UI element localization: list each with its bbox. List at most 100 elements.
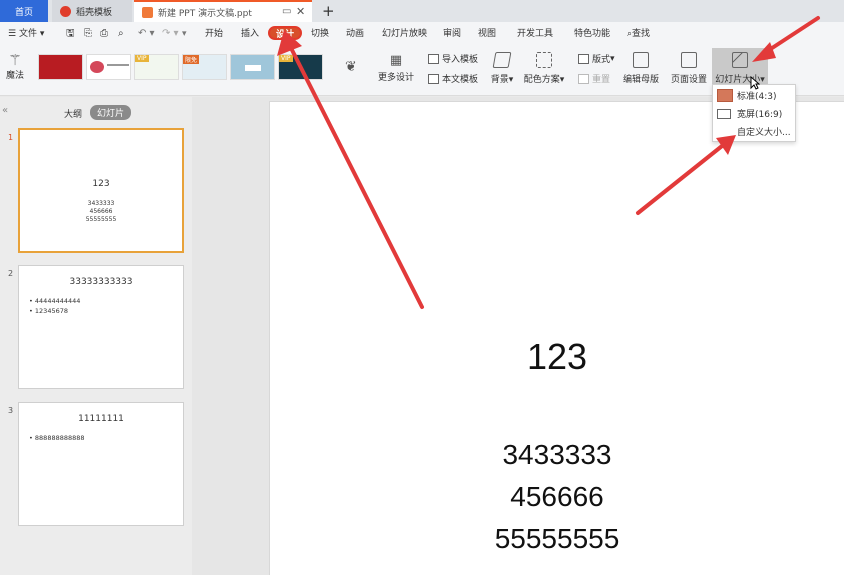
color-scheme-button[interactable]: 配色方案▾ — [522, 52, 566, 85]
reset-button[interactable]: 重置 — [578, 72, 610, 85]
more-design-button[interactable]: ▦ 更多设计 — [378, 53, 415, 84]
canvas-line: 3433333 — [502, 439, 612, 470]
slide-line: 456666 — [89, 208, 113, 215]
slide-canvas[interactable]: 123 3433333 456666 55555555 — [269, 101, 844, 575]
slide-size-icon — [732, 52, 748, 68]
slide-title: 33333333333 — [69, 277, 133, 287]
canvas-body[interactable]: 3433333 456666 55555555 — [270, 434, 844, 560]
menu-insert[interactable]: 插入 — [241, 27, 259, 41]
mouse-cursor-icon — [750, 76, 760, 90]
layout-button[interactable]: 版式 ▾ — [578, 52, 615, 65]
title-bar: 首页 稻壳模板 新建 PPT 演示文稿.ppt ▭ ✕ + — [0, 0, 844, 22]
menu-bar: ☰ 文件 ▾ 🖫 ⎘ ⎙ ⌕ ↶ ▾ ↷ ▾ ▾ 开始 插入 设计 切换 动画 … — [0, 22, 844, 46]
standard-ratio-icon — [717, 89, 733, 102]
slides-tab[interactable]: 幻灯片 — [90, 105, 132, 120]
slide-bullet: • 44444444444 — [29, 297, 81, 305]
search-label: 查找 — [632, 29, 651, 39]
menu-start[interactable]: 开始 — [205, 27, 223, 41]
menu-developer[interactable]: 开发工具 — [517, 27, 553, 41]
custom-label: 自定义大小... — [737, 128, 791, 138]
more-design-label: 更多设计 — [378, 73, 415, 83]
save-icon[interactable]: 🖫 — [66, 27, 75, 41]
color-scheme-label: 配色方案 — [523, 75, 560, 85]
file-menu[interactable]: ☰ 文件 ▾ — [8, 27, 44, 41]
menu-transition[interactable]: 切换 — [311, 27, 329, 41]
plum-branch-icon: ❦ — [345, 59, 357, 75]
wide-16-9-option[interactable]: 宽屏(16:9) — [717, 105, 782, 122]
tab-template[interactable]: 稻壳模板 — [52, 0, 132, 22]
grid-icon: ▦ — [389, 53, 403, 68]
wps-logo-icon — [60, 5, 71, 17]
import-template-label: 导入模板 — [442, 55, 479, 65]
slide-thumb-1[interactable]: 123 3433333 456666 55555555 — [18, 128, 184, 253]
template-thumb-7[interactable]: ❦ — [326, 54, 371, 80]
standard-label: 标准(4:3) — [737, 92, 777, 102]
search-button[interactable]: ⌕查找 — [627, 27, 650, 41]
tab-document[interactable]: 新建 PPT 演示文稿.ppt ▭ ✕ — [134, 0, 312, 22]
ppt-file-icon — [142, 6, 153, 18]
template-thumb-1[interactable] — [38, 54, 83, 80]
collapse-panel-icon[interactable]: « — [2, 105, 8, 116]
slide-body: • 888888888888 — [29, 433, 85, 443]
menu-view[interactable]: 视图 — [478, 27, 496, 41]
template-thumb-5[interactable] — [230, 54, 275, 80]
redo-icon[interactable]: ↷ ▾ — [162, 27, 179, 41]
this-template-button[interactable]: 本文模板 — [428, 72, 478, 85]
background-icon — [492, 52, 512, 68]
new-tab-icon[interactable]: + — [322, 2, 335, 20]
restore-window-icon[interactable]: ▭ — [282, 6, 291, 17]
canvas-line: 456666 — [510, 481, 604, 512]
vip-badge: VIP — [135, 55, 149, 62]
magic-button[interactable]: ⚚ 魔法 — [4, 52, 26, 81]
slide-thumb-3[interactable]: 11111111 • 888888888888 — [18, 402, 184, 526]
template-thumb-6[interactable]: VIP — [278, 54, 323, 80]
file-menu-label: 文件 — [18, 29, 37, 39]
template-thumb-2[interactable] — [86, 54, 131, 80]
page-setup-button[interactable]: 页面设置 — [670, 52, 708, 85]
free-badge: 限免 — [183, 55, 200, 64]
magic-wand-icon: ⚚ — [8, 51, 22, 69]
menu-animation[interactable]: 动画 — [346, 27, 364, 41]
tab-home[interactable]: 首页 — [0, 0, 48, 22]
template-thumb-3[interactable]: VIP — [134, 54, 179, 80]
menu-features[interactable]: 特色功能 — [574, 27, 610, 41]
preview-icon[interactable]: ⌕ — [118, 27, 124, 41]
undo-icon[interactable]: ↶ ▾ — [138, 27, 155, 41]
template-text-line — [107, 64, 129, 66]
canvas-title[interactable]: 123 — [270, 336, 844, 378]
color-scheme-icon — [536, 52, 552, 68]
vip-badge: VIP — [279, 55, 293, 62]
reset-icon — [578, 73, 589, 84]
close-tab-icon[interactable]: ✕ — [296, 5, 305, 18]
slide-line: 3433333 — [87, 200, 115, 207]
slide-body: 3433333 456666 55555555 — [20, 200, 182, 224]
this-template-label: 本文模板 — [442, 75, 479, 85]
slide-bullet-text: 44444444444 — [34, 297, 81, 305]
magic-label: 魔法 — [5, 71, 24, 81]
slide-bullet-text: 888888888888 — [34, 434, 85, 442]
slide-size-dropdown: 标准(4:3) 宽屏(16:9) 自定义大小... — [712, 84, 796, 142]
background-button[interactable]: 背景▾ — [488, 52, 516, 85]
page-setup-label: 页面设置 — [670, 75, 707, 85]
slide-number: 3 — [8, 406, 14, 415]
template-text-line — [245, 65, 261, 71]
quick-access-dropdown-icon[interactable]: ▾ — [182, 27, 187, 41]
import-template-button[interactable]: 导入模板 — [428, 52, 478, 65]
page-setup-icon — [681, 52, 697, 68]
editor-area: 123 3433333 456666 55555555 — [192, 97, 844, 575]
wide-ratio-icon — [717, 108, 731, 119]
custom-size-option[interactable]: 自定义大小... — [717, 123, 791, 140]
menu-design[interactable]: 设计 — [268, 26, 303, 40]
slide-thumb-2[interactable]: 33333333333 • 44444444444 • 12345678 — [18, 265, 184, 389]
template-thumb-4[interactable]: 限免 — [182, 54, 227, 80]
menu-slideshow[interactable]: 幻灯片放映 — [382, 27, 427, 41]
export-icon[interactable]: ⎘ — [84, 27, 92, 41]
print-icon[interactable]: ⎙ — [100, 27, 108, 41]
edit-master-button[interactable]: 编辑母版 — [622, 52, 660, 85]
tab-document-label: 新建 PPT 演示文稿.ppt — [158, 8, 252, 19]
tab-template-label: 稻壳模板 — [76, 7, 113, 18]
standard-4-3-option[interactable]: 标准(4:3) — [717, 87, 777, 104]
outline-tab[interactable]: 大纲 — [64, 107, 82, 120]
menu-review[interactable]: 审阅 — [443, 27, 461, 41]
reset-label: 重置 — [592, 75, 611, 85]
